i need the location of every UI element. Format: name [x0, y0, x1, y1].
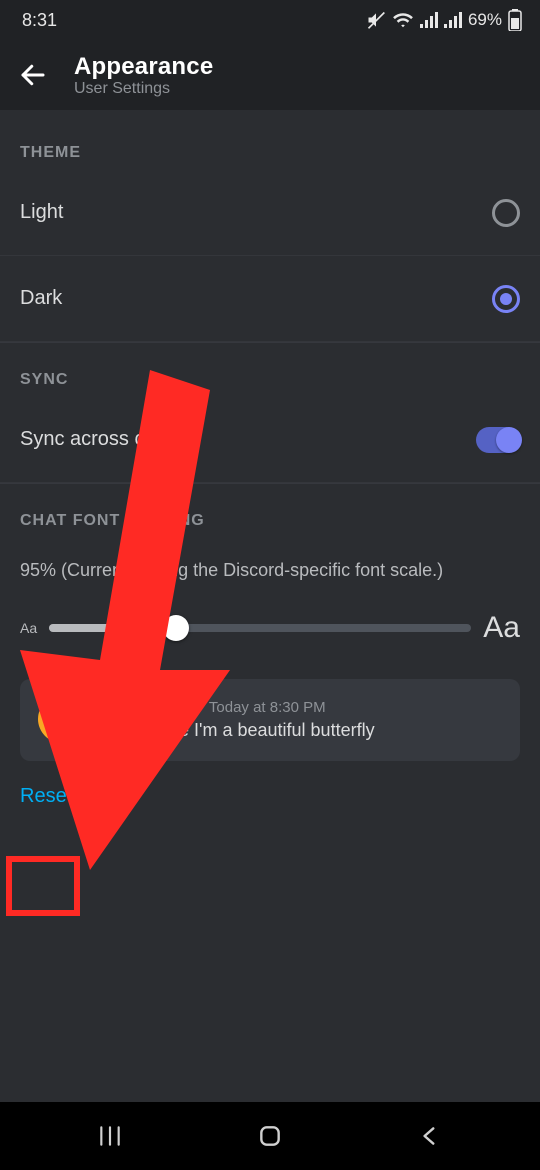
battery-text: 69%: [468, 10, 502, 30]
battery-icon: [508, 9, 522, 31]
preview-message: Look at me I'm a beautiful butterfly: [100, 720, 502, 741]
nav-home-button[interactable]: [246, 1112, 294, 1160]
mute-icon: [366, 10, 386, 30]
section-header-sync: SYNC: [0, 343, 540, 397]
theme-dark-label: Dark: [20, 287, 62, 310]
status-icons: 69%: [366, 9, 522, 31]
font-scale-slider-row: Aa Aa: [0, 587, 540, 653]
recents-icon: [97, 1123, 123, 1149]
reset-button[interactable]: Reset: [20, 785, 72, 808]
sync-label: Sync across clients: [20, 428, 191, 451]
signal2-icon: [444, 12, 462, 28]
section-header-chatfont: CHAT FONT SCALING: [0, 484, 540, 538]
status-bar: 8:31 69%: [0, 0, 540, 40]
annotation-highlight-box: [6, 856, 80, 916]
preview-timestamp: Today at 8:30 PM: [209, 699, 326, 716]
page-title: Appearance: [74, 53, 213, 81]
theme-option-dark[interactable]: Dark: [0, 256, 540, 342]
nav-recents-button[interactable]: [86, 1112, 134, 1160]
font-scale-slider[interactable]: [49, 624, 471, 632]
wifi-icon: [392, 11, 414, 29]
page-subtitle: User Settings: [74, 80, 213, 98]
font-scale-description: 95% (Currently using the Discord-specifi…: [0, 538, 540, 587]
toggle-knob-icon: [496, 427, 522, 453]
back-button[interactable]: [16, 58, 50, 92]
avatar: [38, 695, 86, 743]
chevron-left-icon: [417, 1123, 443, 1149]
slider-thumb-icon: [163, 615, 189, 641]
message-preview: moinzisun Today at 8:30 PM Look at me I'…: [20, 679, 520, 761]
radio-selected-icon: [492, 285, 520, 313]
section-header-theme: THEME: [0, 116, 540, 170]
theme-light-label: Light: [20, 201, 63, 224]
home-icon: [257, 1123, 283, 1149]
status-time: 8:31: [22, 10, 57, 31]
preview-username: moinzisun: [100, 695, 199, 718]
back-arrow-icon: [18, 60, 48, 90]
aa-large-icon: Aa: [483, 611, 520, 645]
avatar-icon: [47, 704, 77, 734]
signal1-icon: [420, 12, 438, 28]
theme-option-light[interactable]: Light: [0, 170, 540, 256]
sync-toggle[interactable]: [476, 427, 520, 453]
radio-unselected-icon: [492, 199, 520, 227]
aa-small-icon: Aa: [20, 620, 37, 636]
nav-back-button[interactable]: [406, 1112, 454, 1160]
sync-across-clients-row[interactable]: Sync across clients: [0, 397, 540, 483]
system-nav-bar: [0, 1102, 540, 1170]
app-bar: Appearance User Settings: [0, 40, 540, 110]
